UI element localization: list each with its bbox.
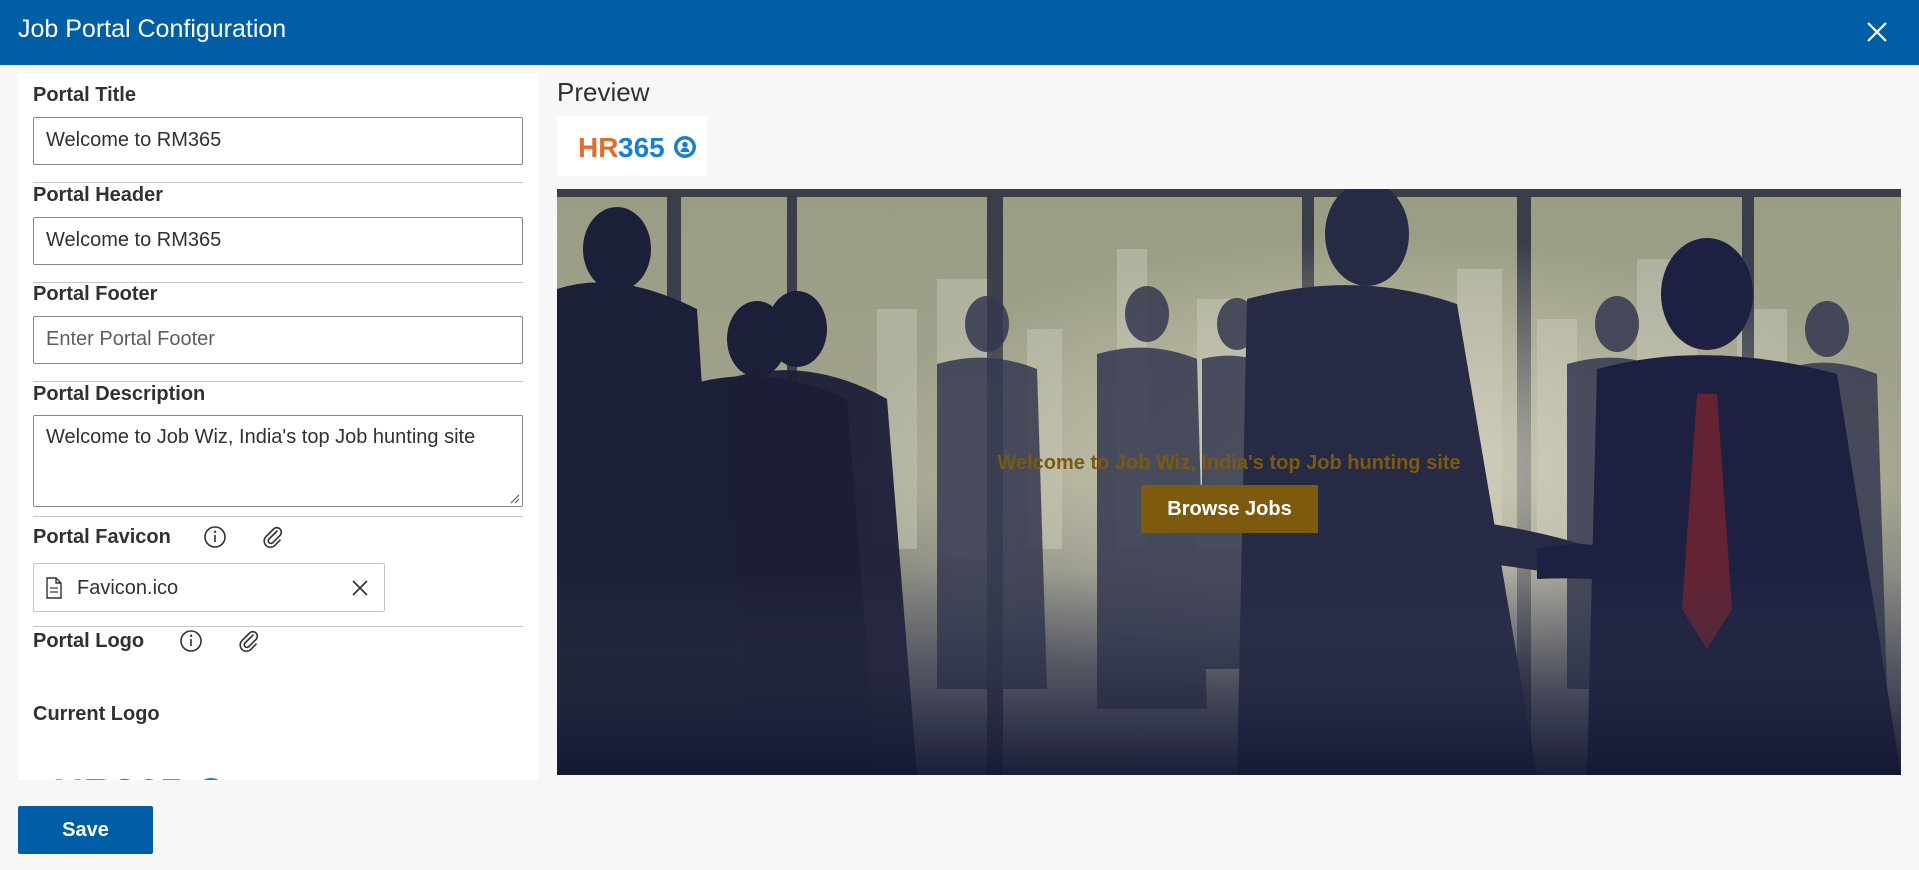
divider	[33, 182, 523, 183]
preview-logo-text-a: HR	[578, 132, 618, 163]
current-logo-text-b: 365	[113, 770, 183, 780]
portal-description-label: Portal Description	[33, 383, 206, 405]
info-icon[interactable]	[177, 627, 205, 655]
portal-description-text: Welcome to Job Wiz, India's top Job hunt…	[46, 426, 476, 448]
preview-logo-text-b: 365	[618, 132, 665, 163]
dialog-title: Job Portal Configuration	[18, 15, 287, 43]
resize-grip-icon[interactable]	[508, 492, 520, 504]
portal-description-field: Portal Description Welcome to Job Wiz, I…	[33, 383, 523, 517]
configuration-form: Portal Title Welcome to RM365 Portal Hea…	[18, 74, 538, 780]
portal-footer-input[interactable]: Enter Portal Footer	[33, 316, 523, 364]
divider	[33, 381, 523, 382]
current-logo-text-a: HR	[53, 770, 114, 780]
preview-logo: HR 365	[557, 116, 707, 176]
portal-logo-label: Portal Logo	[33, 630, 145, 652]
file-icon	[46, 577, 62, 599]
dialog-titlebar: Job Portal Configuration	[0, 0, 1919, 65]
paperclip-icon[interactable]	[259, 523, 287, 551]
preview-logo-image: HR 365	[578, 132, 696, 163]
portal-logo-field: Portal Logo	[33, 630, 523, 653]
preview-hero-banner: Welcome to Job Wiz, India's top Job hunt…	[557, 189, 1901, 775]
hero-background-image	[557, 189, 1901, 775]
portal-title-label: Portal Title	[33, 84, 136, 106]
preview-title: Preview	[557, 77, 650, 107]
favicon-file-chip: Favicon.ico	[33, 563, 385, 612]
divider	[33, 626, 523, 627]
portal-header-field: Portal Header Welcome to RM365	[33, 184, 523, 283]
portal-header-input[interactable]: Welcome to RM365	[33, 217, 523, 265]
portal-footer-field: Portal Footer Enter Portal Footer	[33, 283, 523, 382]
portal-title-input[interactable]: Welcome to RM365	[33, 117, 523, 165]
portal-footer-label: Portal Footer	[33, 283, 158, 305]
info-icon[interactable]	[201, 523, 229, 551]
save-button[interactable]: Save	[18, 806, 153, 854]
paperclip-icon[interactable]	[235, 627, 263, 655]
portal-header-label: Portal Header	[33, 184, 164, 206]
current-logo-label: Current Logo	[33, 703, 160, 725]
portal-description-textarea[interactable]: Welcome to Job Wiz, India's top Job hunt…	[33, 415, 523, 507]
hero-tagline: Welcome to Job Wiz, India's top Job hunt…	[997, 452, 1461, 474]
divider	[33, 516, 523, 517]
browse-jobs-button[interactable]: Browse Jobs	[1141, 485, 1318, 533]
favicon-file-name: Favicon.ico	[77, 577, 179, 599]
current-logo-field: Current Logo	[33, 703, 523, 726]
portal-favicon-field: Portal Favicon Favicon.ico	[33, 523, 523, 627]
remove-icon[interactable]	[348, 576, 372, 600]
close-icon[interactable]	[1863, 18, 1891, 46]
portal-title-field: Portal Title Welcome to RM365	[33, 84, 523, 183]
current-logo-image: HR 365	[53, 770, 219, 780]
